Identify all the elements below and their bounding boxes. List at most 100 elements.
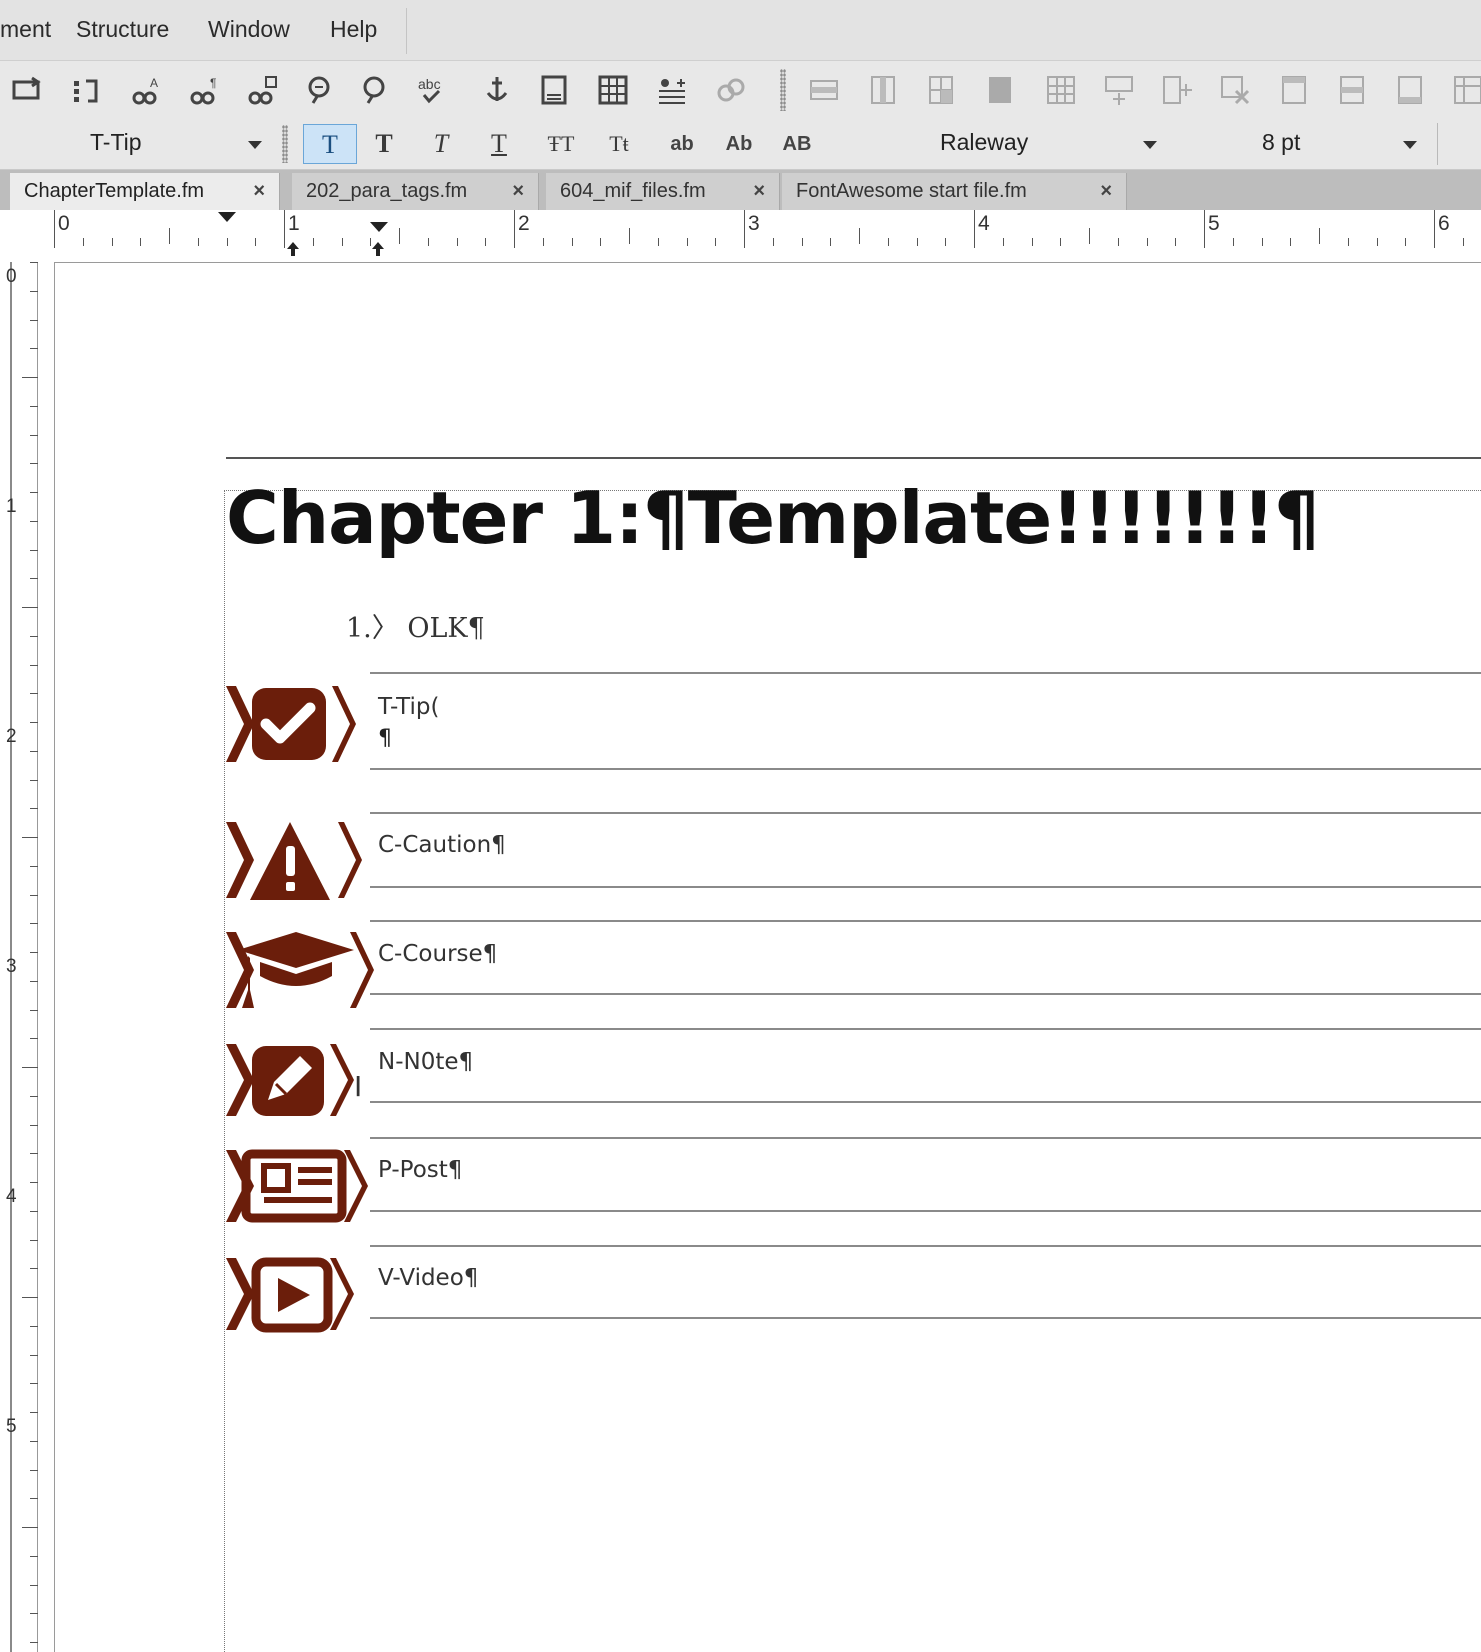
ruler-tick [30, 1038, 38, 1040]
page-border [54, 262, 55, 1652]
tab-stop-marker-icon[interactable] [218, 212, 236, 224]
callout-label[interactable]: V-Video¶ [378, 1265, 478, 1291]
close-icon[interactable]: × [1100, 173, 1112, 209]
insert-xref-icon[interactable]: ¶ [188, 73, 222, 107]
marker-icon[interactable] [655, 73, 689, 107]
callout-label[interactable]: N-N0te¶ [378, 1049, 473, 1075]
warning-icon [226, 822, 362, 900]
insert-table-icon[interactable] [596, 73, 630, 107]
subscript-button[interactable]: Tŧ [592, 124, 646, 164]
table-row-icon[interactable] [807, 73, 841, 107]
ruler-tick [485, 238, 487, 246]
ruler-tick [30, 750, 38, 752]
close-icon[interactable]: × [753, 173, 765, 209]
ruler-tick [30, 520, 38, 522]
search-icon[interactable] [358, 73, 392, 107]
callout-label[interactable]: P-Post¶ [378, 1157, 462, 1183]
graduation-cap-icon [226, 932, 374, 1008]
callout-label[interactable]: T-Tip( [378, 694, 439, 720]
tab-202-para-tags[interactable]: 202_para_tags.fm × [292, 173, 539, 210]
right-indent-marker-icon[interactable] [371, 242, 385, 256]
anchored-frame-icon[interactable] [480, 73, 514, 107]
ruler-tick [22, 1527, 38, 1528]
horizontal-ruler[interactable]: 0 1 2 3 4 5 6 [0, 210, 1481, 257]
spellcheck-icon[interactable]: abc [416, 73, 450, 107]
numbered-paragraph[interactable]: 1.〉 OLK¶ [346, 606, 485, 645]
callout-label[interactable]: C-Caution¶ [378, 832, 506, 858]
ruler-number: 3 [748, 212, 760, 235]
italic-button[interactable]: T [414, 124, 468, 164]
ruler-tick [744, 238, 745, 246]
chapter-heading[interactable]: Chapter 1:¶Template!!!!!!!¶ [226, 476, 1320, 560]
ruler-number: 4 [978, 212, 990, 235]
ruler-tick [1117, 238, 1119, 246]
ruler-tick [22, 377, 38, 378]
table-more-icon[interactable] [1451, 73, 1481, 107]
tab-chaptertemplate[interactable]: ChapterTemplate.fm × [10, 173, 280, 210]
table-header-icon[interactable] [1277, 73, 1311, 107]
add-column-icon[interactable] [1160, 73, 1194, 107]
play-square-icon [226, 1257, 354, 1333]
toggle-view-icon[interactable] [10, 73, 44, 107]
hyperlink-icon[interactable] [714, 73, 748, 107]
lowercase-button[interactable]: ab [655, 124, 709, 164]
underline-button[interactable]: T [472, 124, 526, 164]
tab-604-mif-files[interactable]: 604_mif_files.fm × [546, 173, 780, 210]
ruler-tick [629, 228, 630, 244]
close-icon[interactable]: × [253, 173, 265, 209]
ruler-tick [30, 1498, 38, 1500]
insert-table-ref-icon[interactable] [246, 73, 280, 107]
ruler-tick [111, 238, 113, 246]
superscript-button[interactable]: ŦT [534, 124, 588, 164]
close-icon[interactable]: × [512, 173, 524, 209]
ruler-tick [22, 837, 38, 838]
ruler-tick [1261, 238, 1263, 246]
footnote-icon[interactable] [537, 73, 571, 107]
first-indent-marker-icon[interactable] [370, 222, 388, 234]
menu-window[interactable]: Window [208, 16, 290, 43]
tab-label: 202_para_tags.fm [306, 180, 468, 202]
toolbar-grip[interactable] [780, 69, 786, 111]
ruler-tick [1319, 228, 1320, 244]
menu-help[interactable]: Help [330, 16, 377, 43]
ruler-tick [830, 238, 832, 246]
add-row-icon[interactable] [1102, 73, 1136, 107]
text-cursor-icon: I [354, 1070, 363, 1103]
uppercase-button[interactable]: AB [770, 124, 824, 164]
font-family-select[interactable]: Raleway [940, 125, 1160, 161]
ruler-tick [312, 238, 314, 246]
table-body-icon[interactable] [1335, 73, 1369, 107]
callout-label[interactable]: C-Course¶ [378, 941, 497, 967]
callout-rule-bottom [370, 1210, 1481, 1212]
table-select-all-icon[interactable] [983, 73, 1017, 107]
table-grid-icon[interactable] [1044, 73, 1078, 107]
left-indent-marker-icon[interactable] [286, 242, 300, 256]
table-footer-icon[interactable] [1393, 73, 1427, 107]
insert-variable-icon[interactable]: A [130, 73, 164, 107]
ruler-tick [30, 1239, 38, 1241]
table-column-icon[interactable] [866, 73, 900, 107]
vertical-ruler[interactable]: 0 1 2 3 4 5 [0, 256, 45, 1652]
font-size-select[interactable]: 8 pt [1262, 125, 1422, 161]
paragraph-tag-select[interactable]: T-Tip [90, 125, 270, 161]
callout-rule-top [370, 1137, 1481, 1139]
find-replace-icon[interactable] [303, 73, 337, 107]
ruler-tick [1405, 238, 1407, 246]
toolbar-grip[interactable] [282, 125, 288, 163]
chevron-down-icon [248, 141, 262, 149]
ruler-tick [30, 1153, 38, 1155]
tab-fontawesome-start[interactable]: FontAwesome start file.fm × [782, 173, 1127, 210]
initial-caps-button[interactable]: Ab [712, 124, 766, 164]
ruler-tick [1175, 238, 1177, 246]
rotate-icon[interactable] [70, 73, 104, 107]
delete-table-icon[interactable] [1218, 73, 1252, 107]
menu-element[interactable]: ment [0, 16, 51, 43]
ruler-tick [1031, 238, 1033, 246]
table-cell-icon[interactable] [924, 73, 958, 107]
menu-structure[interactable]: Structure [76, 16, 169, 43]
plain-text-button[interactable]: T [303, 124, 357, 164]
bold-button[interactable]: T [357, 124, 411, 164]
ruler-tick [30, 923, 38, 925]
header-rule [226, 457, 1481, 459]
ruler-tick [30, 1325, 38, 1327]
